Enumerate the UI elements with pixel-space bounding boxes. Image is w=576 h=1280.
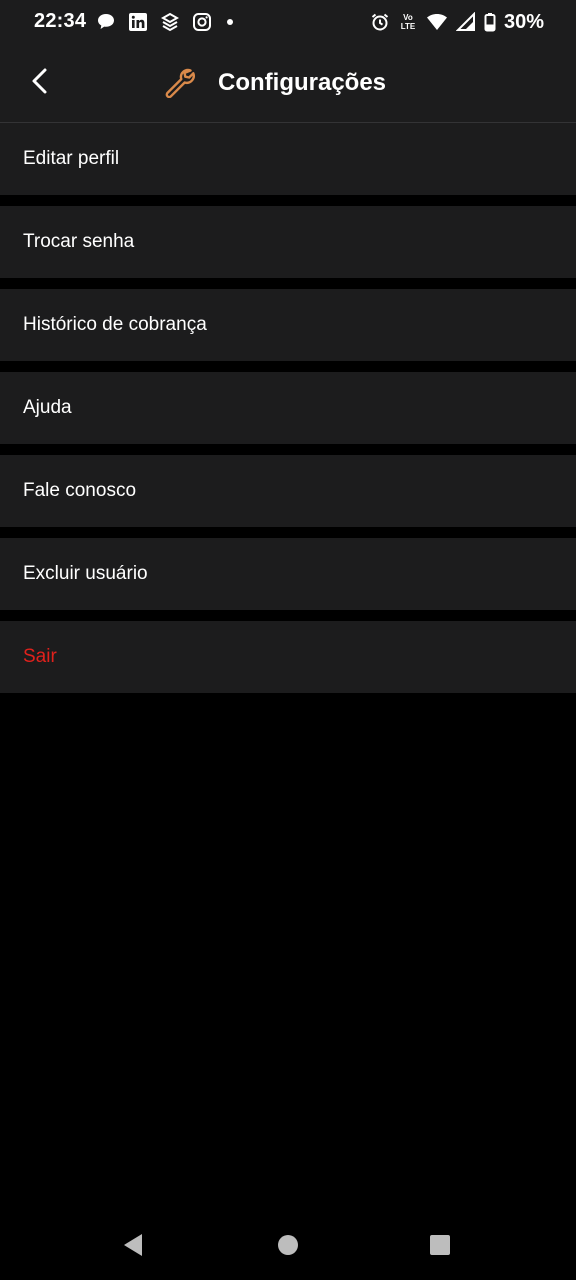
home-circle-icon	[277, 1234, 299, 1261]
battery-icon	[484, 12, 496, 32]
settings-menu: Editar perfil Trocar senha Histórico de …	[0, 123, 576, 704]
instagram-icon	[192, 12, 212, 32]
status-bar: 22:34 Vo LTE 30%	[0, 0, 576, 44]
nav-recents-button[interactable]	[425, 1232, 455, 1262]
page-title: Configurações	[218, 69, 387, 96]
app-header: Configurações	[0, 44, 576, 123]
wifi-icon	[426, 12, 448, 32]
recents-square-icon	[429, 1234, 451, 1261]
dot-icon	[224, 12, 236, 32]
menu-item-ajuda[interactable]: Ajuda	[0, 372, 576, 444]
volte-icon: Vo LTE	[400, 13, 416, 31]
battery-percent: 30%	[503, 10, 544, 33]
menu-item-trocar-senha[interactable]: Trocar senha	[0, 206, 576, 278]
chat-bubble-icon	[96, 12, 116, 32]
back-button[interactable]	[20, 63, 60, 103]
menu-item-excluir-usuario[interactable]: Excluir usuário	[0, 538, 576, 610]
header-title-group: Configurações	[162, 64, 386, 102]
alarm-icon	[370, 12, 390, 32]
menu-item-historico-cobranca[interactable]: Histórico de cobrança	[0, 289, 576, 361]
menu-item-fale-conosco[interactable]: Fale conosco	[0, 455, 576, 527]
nav-back-button[interactable]	[118, 1232, 148, 1262]
system-nav-bar	[0, 1212, 576, 1280]
linkedin-icon	[128, 12, 148, 32]
chevron-left-icon	[30, 67, 50, 100]
nav-home-button[interactable]	[273, 1232, 303, 1262]
signal-icon	[455, 12, 476, 32]
stack-icon	[160, 12, 180, 32]
system-icons: Vo LTE 30%	[370, 10, 544, 34]
menu-item-editar-perfil[interactable]: Editar perfil	[0, 123, 576, 195]
notification-icons	[96, 10, 236, 34]
back-triangle-icon	[122, 1233, 144, 1262]
status-time: 22:34	[34, 10, 87, 32]
wrench-icon	[162, 64, 196, 103]
menu-item-sair[interactable]: Sair	[0, 621, 576, 693]
